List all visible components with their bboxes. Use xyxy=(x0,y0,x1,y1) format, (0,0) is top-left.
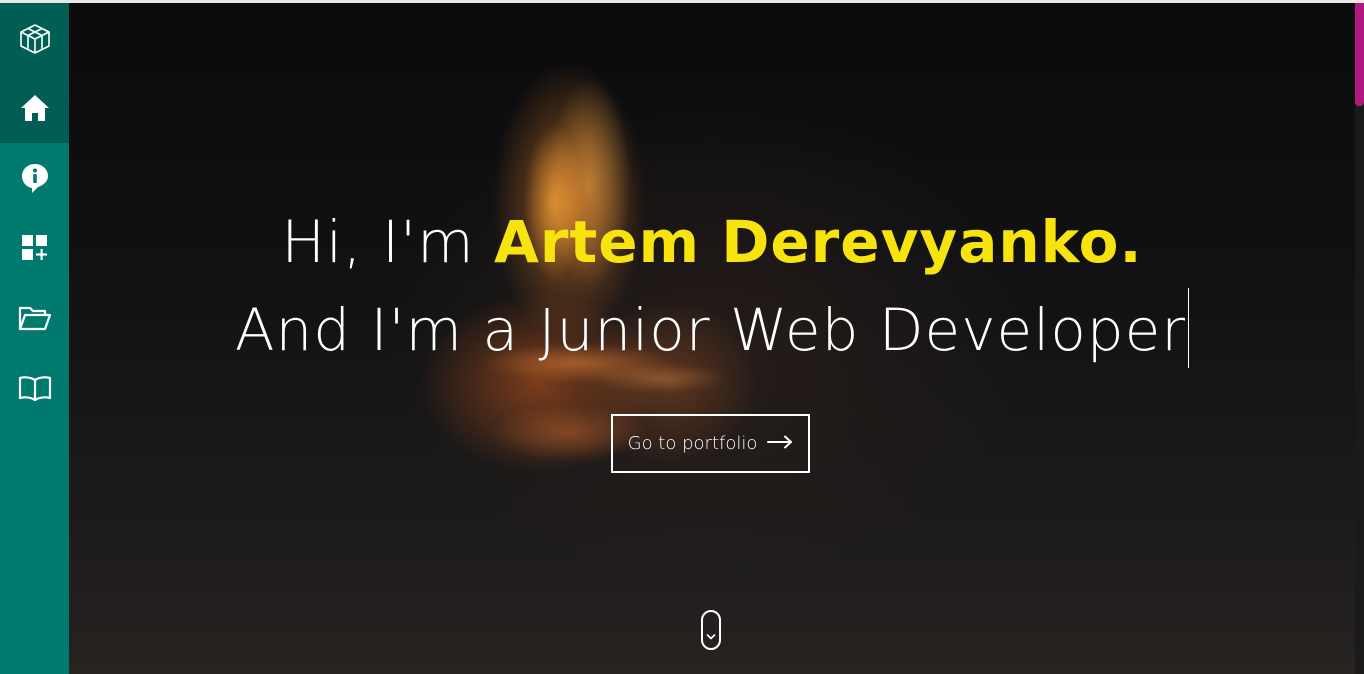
sidebar-item-skills[interactable] xyxy=(0,213,69,283)
top-border xyxy=(0,0,1364,3)
folder-open-icon xyxy=(18,304,52,332)
tagline-text: And I'm a Junior Web Developer xyxy=(234,296,1187,364)
home-icon xyxy=(19,93,51,123)
greeting-text: Hi, I'm xyxy=(281,208,475,276)
page: Hi, I'm Artem Derevyanko. And I'm a Juni… xyxy=(0,0,1364,674)
scrollbar-thumb[interactable] xyxy=(1355,3,1364,106)
hero-tagline: And I'm a Junior Web Developer xyxy=(69,288,1355,368)
go-to-portfolio-button[interactable]: Go to portfolio xyxy=(611,414,810,473)
cube-logo-icon[interactable] xyxy=(0,3,69,73)
dashboard-add-icon xyxy=(20,233,50,263)
sidebar-item-portfolio[interactable] xyxy=(0,283,69,353)
book-icon xyxy=(18,374,52,402)
hero-name: Artem Derevyanko. xyxy=(494,208,1143,276)
sidebar-item-blog[interactable] xyxy=(0,353,69,423)
chevron-down-icon xyxy=(706,626,716,645)
arrow-right-icon xyxy=(767,433,793,454)
sidebar-item-about[interactable] xyxy=(0,143,69,213)
hero-greeting: Hi, I'm Artem Derevyanko. xyxy=(69,208,1355,276)
cta-label: Go to portfolio xyxy=(627,433,758,454)
typing-cursor xyxy=(1188,288,1190,368)
scrollbar[interactable] xyxy=(1355,3,1364,674)
scroll-down-indicator[interactable] xyxy=(701,610,721,650)
sidebar xyxy=(0,3,69,674)
hero-section: Hi, I'm Artem Derevyanko. And I'm a Juni… xyxy=(69,3,1355,674)
info-bubble-icon xyxy=(20,162,50,194)
sidebar-item-home[interactable] xyxy=(0,73,69,143)
